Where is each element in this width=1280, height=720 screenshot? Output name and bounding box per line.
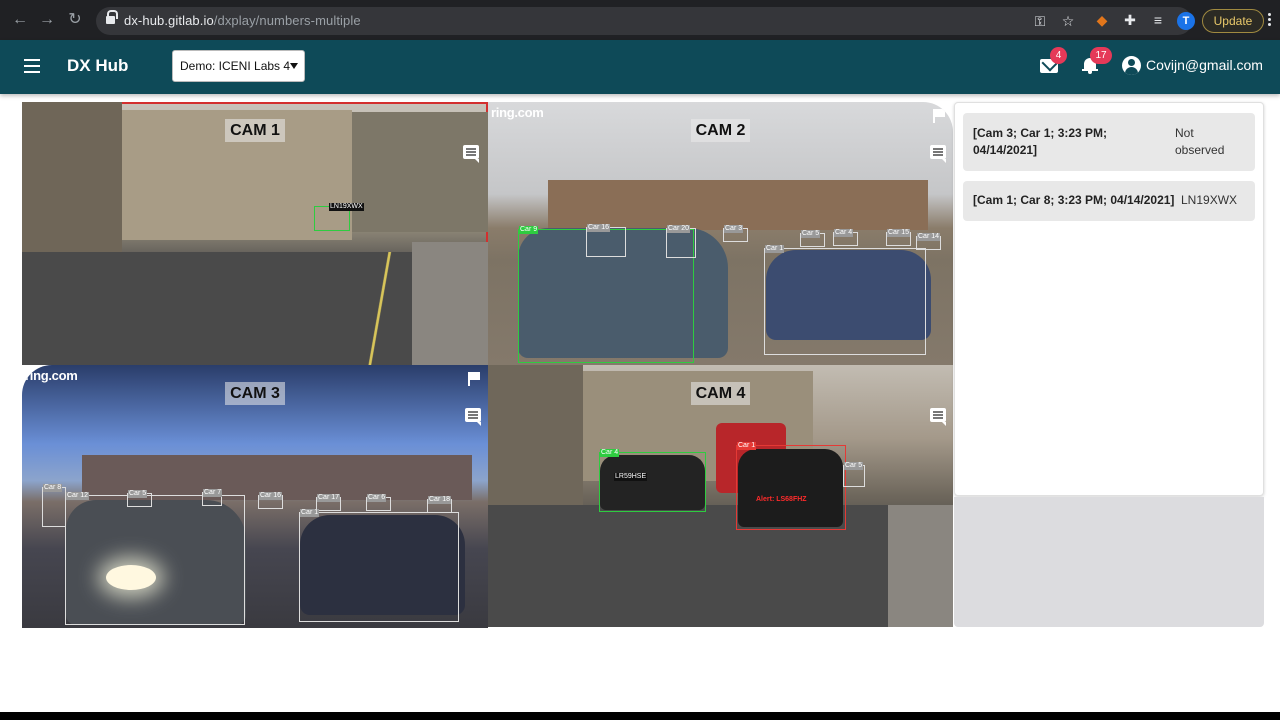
detection-box[interactable]: Car 1 — [299, 509, 459, 622]
event-title: [Cam 3; Car 1; 3:23 PM; 04/14/2021] — [973, 126, 1108, 157]
detection-box[interactable]: Car 3 — [723, 225, 748, 242]
notifications-badge: 17 — [1090, 47, 1112, 64]
reload-icon[interactable]: ↻ — [66, 11, 84, 29]
ring-logo: ring.com — [491, 105, 544, 120]
browser-menu-icon[interactable] — [1268, 13, 1272, 29]
camera-tile-3[interactable]: ring.com Car 8 Car 12 Car 5 Car 7 Car 16… — [22, 365, 488, 628]
url-text: dx-hub.gitlab.io/dxplay/numbers-multiple — [124, 13, 361, 28]
detection-box[interactable]: Car 16 — [586, 224, 626, 257]
demo-select[interactable]: Demo: ICENI Labs 4 — [172, 50, 305, 82]
camera-label: CAM 3 — [22, 382, 488, 405]
event-status: LN19XWX — [1181, 193, 1238, 207]
camera-label: CAM 1 — [22, 119, 488, 142]
detection-box[interactable]: Car 1 — [764, 245, 926, 355]
detection-box[interactable]: Car 17 — [316, 494, 341, 511]
lock-icon — [106, 10, 118, 24]
detection-box[interactable]: Car 16 — [258, 492, 283, 509]
detection-box[interactable]: Car 7 — [202, 489, 223, 506]
event-title: [Cam 1; Car 8; 3:23 PM; 04/14/2021] — [973, 193, 1175, 207]
comment-icon[interactable] — [465, 408, 481, 426]
camera-tile-2[interactable]: ring.com Car 9 Car 16 Car 20 Car 3 Car 1… — [488, 102, 953, 365]
detection-box[interactable]: Car 12 — [65, 492, 245, 625]
demo-select-value: Demo: ICENI Labs 4 — [180, 59, 291, 73]
detection-box[interactable]: Car 14 — [916, 233, 941, 250]
detection-box[interactable]: Car 18 — [427, 496, 452, 513]
camera-tile-4[interactable]: Car 4 LR59HSE Car 1 Alert: LS68FHZ Car 5 C… — [488, 365, 953, 627]
address-bar[interactable]: dx-hub.gitlab.io/dxplay/numbers-multiple… — [96, 7, 1192, 35]
detection-box[interactable]: Car 4 LR59HSE — [599, 449, 706, 512]
events-panel: [Cam 3; Car 1; 3:23 PM; 04/14/2021] Not … — [954, 102, 1264, 496]
back-icon[interactable]: ← — [11, 11, 29, 29]
event-status: Not observed — [1175, 126, 1225, 157]
account-circle-icon — [1122, 56, 1141, 75]
event-card[interactable]: [Cam 1; Car 8; 3:23 PM; 04/14/2021] LN19… — [963, 181, 1255, 221]
metamask-extension-icon[interactable]: ◆ — [1094, 12, 1110, 28]
comment-icon[interactable] — [463, 145, 479, 163]
forward-icon[interactable]: → — [38, 11, 56, 29]
detection-box[interactable]: Car 6 — [366, 494, 391, 511]
browser-toolbar: ← → ↻ dx-hub.gitlab.io/dxplay/numbers-mu… — [0, 0, 1280, 40]
reading-list-icon[interactable]: ≡ — [1150, 12, 1166, 28]
flag-icon[interactable] — [933, 109, 945, 123]
star-icon[interactable]: ☆ — [1060, 13, 1076, 29]
mail-badge: 4 — [1050, 47, 1067, 64]
app-bar: DX Hub Demo: ICENI Labs 4 4 17 Covijn@gm… — [0, 40, 1280, 94]
detection-box[interactable]: Car 5 — [800, 230, 825, 247]
detection-box[interactable]: Car 15 — [886, 229, 911, 246]
ring-logo: ring.com — [25, 368, 78, 383]
comment-icon[interactable] — [930, 145, 946, 163]
detection-box[interactable]: Car 5 — [843, 462, 865, 487]
extensions-icon[interactable]: ✚ — [1122, 12, 1138, 28]
account-email: Covijn@gmail.com — [1146, 57, 1263, 73]
chevron-down-icon — [290, 63, 298, 69]
detection-box[interactable]: Car 20 — [666, 225, 696, 258]
detection-box[interactable]: Car 4 — [833, 229, 858, 246]
camera-tile-1[interactable]: LN19XWX CAM 1 — [22, 102, 488, 365]
page: DX Hub Demo: ICENI Labs 4 4 17 Covijn@gm… — [0, 40, 1280, 712]
plate-label: LN19XWX — [329, 203, 364, 211]
update-button[interactable]: Update — [1202, 9, 1264, 33]
event-card[interactable]: [Cam 3; Car 1; 3:23 PM; 04/14/2021] Not … — [963, 113, 1255, 171]
profile-avatar[interactable]: T — [1177, 12, 1195, 30]
flag-icon[interactable] — [468, 372, 480, 386]
camera-label: CAM 2 — [488, 119, 953, 142]
detection-box[interactable]: Car 8 — [42, 484, 66, 527]
menu-icon[interactable] — [24, 59, 40, 73]
alert-detection-box[interactable]: Car 1 Alert: LS68FHZ — [736, 442, 846, 530]
detection-box[interactable]: LN19XWX — [314, 203, 364, 231]
detection-box[interactable]: Car 5 — [127, 490, 152, 507]
brand-title: DX Hub — [67, 56, 129, 75]
comment-icon[interactable] — [930, 408, 946, 426]
camera-label: CAM 4 — [488, 382, 953, 405]
key-icon[interactable]: ⚿ — [1032, 13, 1048, 29]
panel-footer — [954, 497, 1264, 627]
